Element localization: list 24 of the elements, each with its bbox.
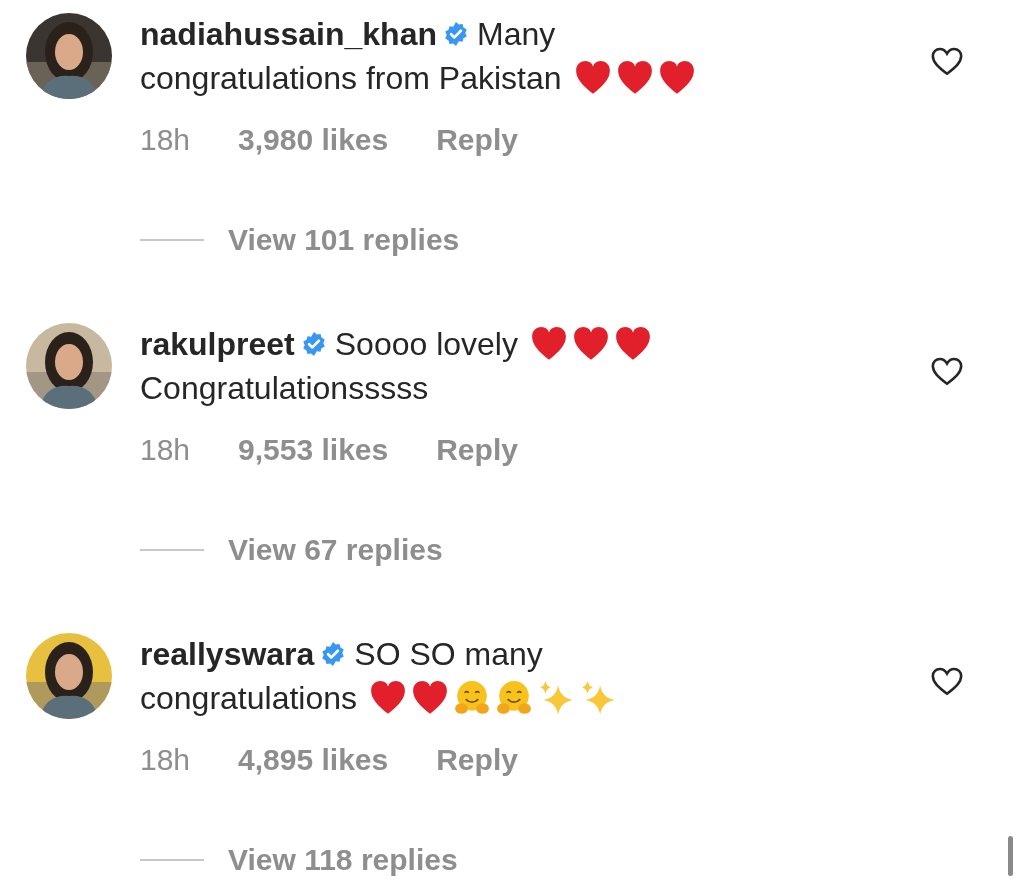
username-link[interactable]: rakulpreet [140,325,295,363]
reply-button[interactable]: Reply [436,743,518,777]
comment-text: congratulations [140,679,358,717]
reply-button[interactable]: Reply [436,123,518,157]
comment-text: congratulations from Pakistan [140,59,562,97]
view-replies-button[interactable]: View 101 replies [228,223,460,257]
username-link[interactable]: nadiahussain_khan [140,15,437,53]
reply-button[interactable]: Reply [436,433,518,467]
view-replies-button[interactable]: View 118 replies [228,843,458,877]
comment-text: Many [477,15,556,53]
timestamp: 18h [140,743,191,777]
comment-text: Congratulationsssss [140,369,429,407]
view-replies-button[interactable]: View 67 replies [228,533,443,567]
timestamp: 18h [140,433,191,467]
likes-count[interactable]: 9,553 likes [238,433,389,467]
scrollbar[interactable] [1008,836,1013,876]
timestamp: 18h [140,123,191,157]
comment-text: Soooo lovely [334,325,518,363]
likes-count[interactable]: 4,895 likes [238,743,389,777]
username-link[interactable]: reallyswara [140,635,315,673]
hugging-face-emoji-icon [495,679,534,717]
hugging-face-emoji-icon [453,679,492,717]
likes-count[interactable]: 3,980 likes [238,123,389,157]
comment-text: SO SO many [354,635,543,673]
